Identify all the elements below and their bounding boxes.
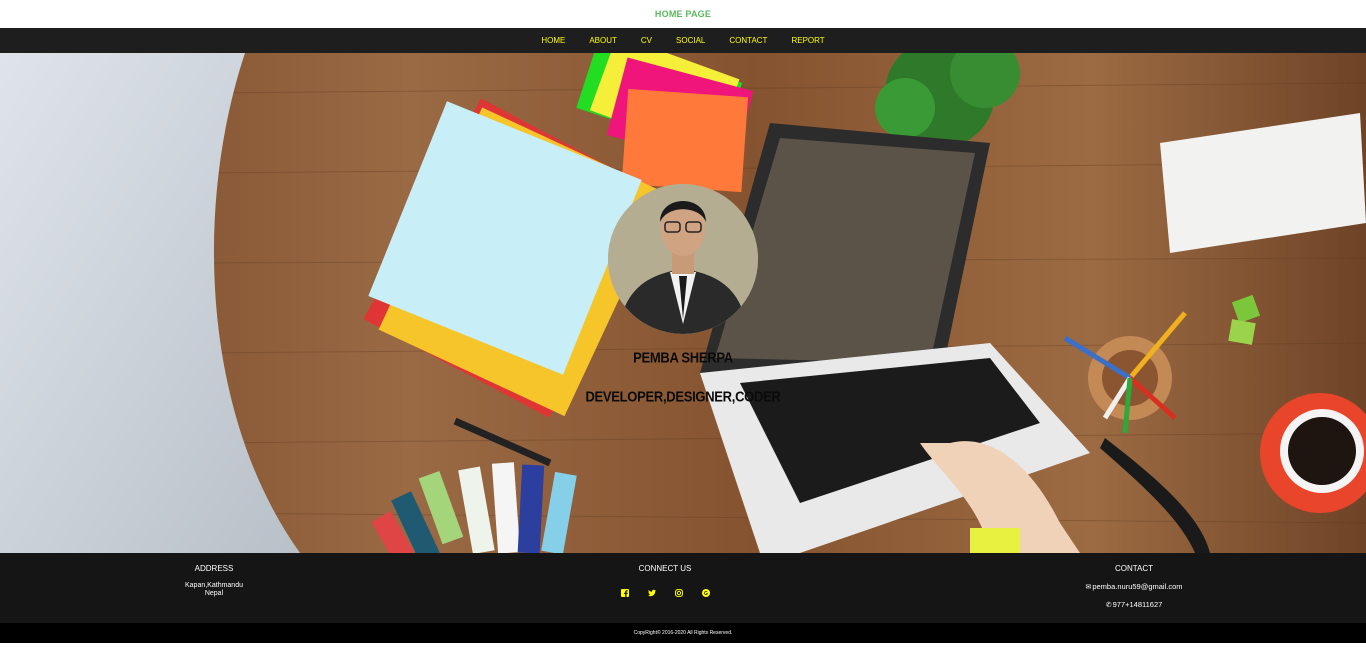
nav-cv[interactable]: CV	[629, 36, 664, 45]
google-plus-icon[interactable]: G	[701, 589, 710, 598]
phone-icon: ✆	[1105, 601, 1112, 609]
top-header: HOME PAGE	[0, 0, 1366, 28]
nav-about[interactable]: ABOUT	[577, 36, 629, 45]
footer-contact: CONTACT ✉ pemba.nuru59@gmail.com ✆ 977+1…	[1054, 564, 1214, 618]
social-links: G	[615, 589, 715, 598]
facebook-icon[interactable]	[620, 589, 629, 598]
profile-name: PEMBA SHERPA	[633, 348, 733, 367]
contact-email[interactable]: pemba.nuru59@gmail.com	[1092, 582, 1182, 591]
footer-connect: CONNECT US G	[615, 564, 715, 598]
envelope-icon: ✉	[1085, 583, 1092, 591]
page-bottom-space	[0, 643, 1366, 649]
profile-role: DEVELOPER,DESIGNER,CODER	[585, 387, 781, 406]
contact-heading: CONTACT	[1114, 564, 1154, 573]
contact-phone-row: ✆ 977+14811627	[1054, 600, 1214, 609]
nav-report[interactable]: REPORT	[779, 36, 836, 45]
profile-photo	[608, 184, 758, 334]
hero-section: PEMBA SHERPA DEVELOPER,DESIGNER,CODER	[0, 53, 1366, 553]
address-line-1: Kapan,Kathmandu	[185, 582, 243, 589]
instagram-icon[interactable]	[674, 589, 683, 598]
address-line-2: Nepal	[204, 590, 224, 597]
nav-home[interactable]: HOME	[529, 36, 577, 45]
address-heading: ADDRESS	[194, 564, 234, 573]
profile-avatar	[608, 184, 758, 334]
nav-social[interactable]: SOCIAL	[664, 36, 717, 45]
nav-contact[interactable]: CONTACT	[717, 36, 779, 45]
copyright-text: CopyRight© 2016-2020 All Rights Reserved…	[633, 630, 733, 636]
footer-address: ADDRESS Kapan,Kathmandu Nepal	[164, 564, 264, 598]
page-title: HOME PAGE	[654, 9, 712, 19]
contact-email-row: ✉ pemba.nuru59@gmail.com	[1054, 582, 1214, 591]
copyright-bar: CopyRight© 2016-2020 All Rights Reserved…	[0, 623, 1366, 643]
site-footer: ADDRESS Kapan,Kathmandu Nepal CONNECT US…	[0, 553, 1366, 623]
svg-text:G: G	[704, 591, 708, 597]
connect-heading: CONNECT US	[638, 564, 692, 573]
twitter-icon[interactable]	[647, 589, 656, 598]
contact-phone: 977+14811627	[1112, 600, 1163, 609]
main-nav: HOME ABOUT CV SOCIAL CONTACT REPORT	[0, 28, 1366, 53]
